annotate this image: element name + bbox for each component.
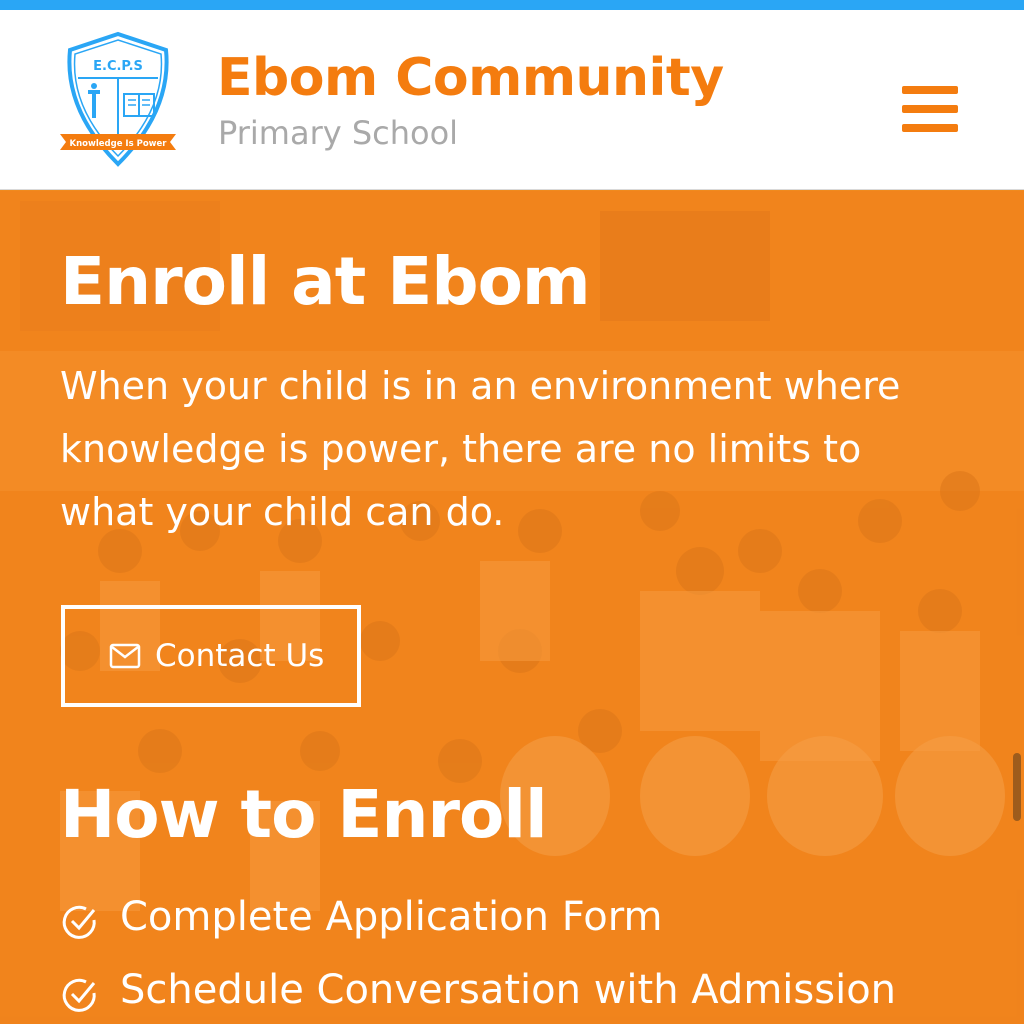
brand-title[interactable]: Ebom Community (217, 48, 724, 108)
hero-title: Enroll at Ebom (60, 243, 591, 320)
brand-subtitle: Primary School (218, 114, 459, 152)
school-logo[interactable]: E.C.P.S Knowledge Is Power (58, 30, 178, 170)
top-accent-bar (0, 0, 1024, 10)
shield-crest-icon: E.C.P.S Knowledge Is Power (60, 31, 176, 167)
site-header: E.C.P.S Knowledge Is Power Ebom Communit… (0, 10, 1024, 190)
hamburger-menu-icon-bar-top (902, 86, 958, 94)
hamburger-menu-button[interactable] (902, 86, 958, 132)
page-scrollbar[interactable] (1013, 753, 1021, 821)
how-to-enroll-title: How to Enroll (60, 776, 548, 853)
check-circle-icon (62, 905, 96, 939)
contact-us-button[interactable]: Contact Us (61, 605, 361, 707)
enroll-step-label: Schedule Conversation with Admission (120, 967, 897, 1013)
envelope-icon (109, 643, 141, 669)
logo-ribbon-text: Knowledge Is Power (70, 139, 168, 149)
check-circle-icon (62, 978, 96, 1012)
contact-us-label: Contact Us (155, 638, 325, 674)
hamburger-menu-icon-bar-middle (902, 105, 958, 113)
enroll-step-label: Complete Application Form (120, 894, 663, 940)
hero-description: When your child is in an environment whe… (60, 364, 901, 534)
logo-top-text: E.C.P.S (93, 59, 143, 74)
enroll-hero-section: Enroll at Ebom When your child is in an … (0, 191, 1024, 1024)
hamburger-menu-icon-bar-bottom (902, 124, 958, 132)
